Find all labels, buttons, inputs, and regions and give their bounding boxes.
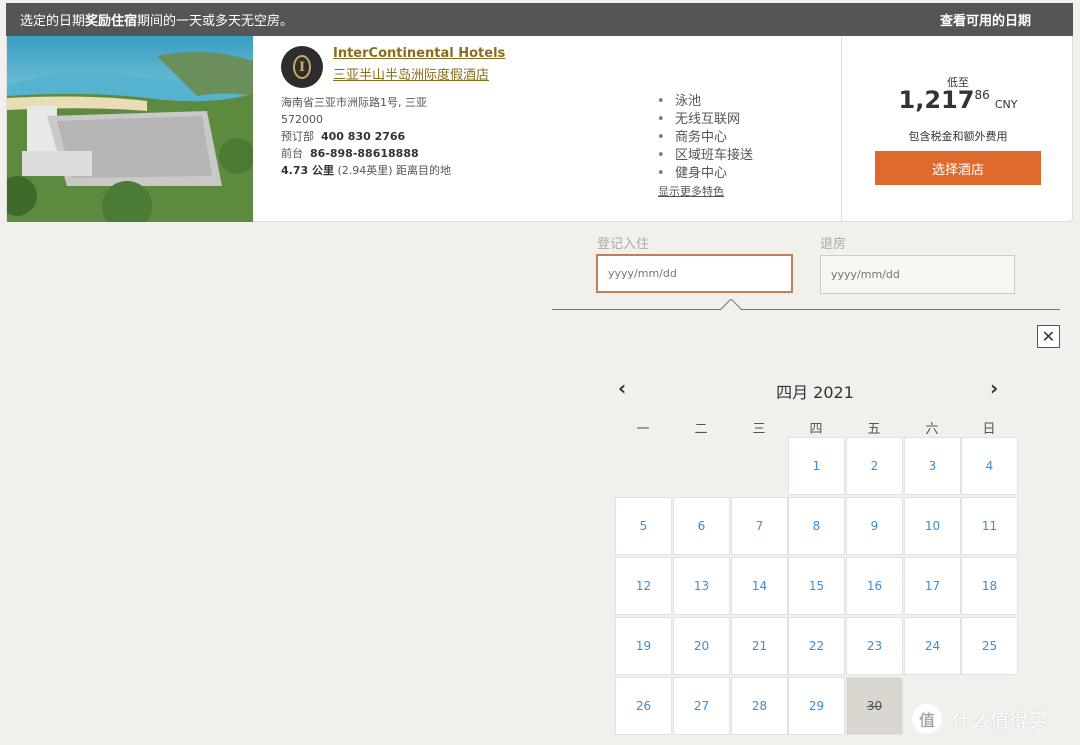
tax-note: 包含税金和额外费用	[908, 130, 1008, 143]
checkin-date-input[interactable]	[596, 254, 793, 293]
calendar-day[interactable]: 21	[731, 617, 788, 675]
intercontinental-logo: I	[281, 46, 323, 88]
calendar-day[interactable]: 1	[788, 437, 845, 495]
price-currency: CNY	[994, 98, 1018, 111]
booking-phone-row: 预订部 400 830 2766	[281, 128, 461, 145]
watermark-logo-icon: 值	[912, 704, 942, 734]
address-line: 海南省三亚市洲际路1号, 三亚	[281, 96, 427, 109]
feature-item: 健身中心	[657, 165, 753, 183]
calendar-day[interactable]: 24	[904, 617, 961, 675]
calendar-day[interactable]: 9	[846, 497, 903, 555]
checkout-label: 退房	[820, 237, 847, 252]
calendar-day[interactable]: 26	[615, 677, 672, 735]
price-panel: 低至 1,21786 CNY 包含税金和额外费用 选择酒店	[842, 36, 1074, 222]
calendar-day[interactable]: 13	[673, 557, 730, 615]
front-desk-label: 前台	[281, 147, 303, 160]
watermark-text: 什么值得买	[952, 709, 1048, 732]
weekday-header: 四	[809, 422, 823, 437]
calendar-day[interactable]: 6	[673, 497, 730, 555]
calendar-day-unavailable: 30	[846, 677, 903, 735]
calendar-day[interactable]: 8	[788, 497, 845, 555]
show-more-features-link[interactable]: 显示更多特色	[658, 183, 724, 199]
feature-item: 泳池	[657, 93, 753, 111]
front-desk-phone: 86-898-88618888	[310, 147, 419, 160]
feature-list: 泳池 无线互联网 商务中心 区域班车接送 健身中心	[657, 93, 753, 183]
calendar-day[interactable]: 4	[961, 437, 1018, 495]
price-value: 1,21786 CNY	[842, 86, 1074, 114]
weekday-header: 日	[982, 422, 996, 437]
weekday-header: 三	[752, 422, 766, 437]
calendar-close-button[interactable]: ✕	[1037, 325, 1060, 348]
calendar-day[interactable]: 3	[904, 437, 961, 495]
calendar-day[interactable]: 27	[673, 677, 730, 735]
calendar-day[interactable]: 10	[904, 497, 961, 555]
calendar-day[interactable]: 17	[904, 557, 961, 615]
feature-item: 无线互联网	[657, 111, 753, 129]
checkin-label: 登记入住	[597, 237, 650, 252]
distance-text: (2.94英里) 距离目的地	[333, 164, 452, 177]
weekday-header: 五	[867, 422, 881, 437]
hotel-photo	[7, 36, 253, 222]
feature-item: 商务中心	[657, 129, 753, 147]
front-desk-row: 前台 86-898-88618888	[281, 145, 461, 162]
banner-suffix: 期间的一天或多天无空房。	[137, 14, 294, 29]
hotel-address-block: 海南省三亚市洲际路1号, 三亚 572000 预订部 400 830 2766 …	[281, 94, 461, 179]
calendar-day[interactable]: 11	[961, 497, 1018, 555]
booking-label: 预订部	[281, 130, 314, 143]
calendar-month-title: 四月 2021	[776, 383, 854, 402]
close-icon: ✕	[1041, 328, 1056, 346]
distance-value: 4.73 公里	[281, 164, 334, 177]
price-integer: 1,217	[898, 86, 975, 114]
view-available-dates-link[interactable]: 查看可用的日期	[940, 10, 1031, 29]
weekday-header: 六	[925, 422, 939, 437]
prev-month-button[interactable]: ‹	[618, 376, 626, 400]
banner-prefix: 选定的日期	[20, 14, 86, 29]
logo-mark-icon: I	[293, 55, 311, 79]
booking-phone: 400 830 2766	[321, 130, 406, 143]
calendar-day[interactable]: 12	[615, 557, 672, 615]
next-month-button[interactable]: ›	[990, 376, 998, 400]
calendar-day[interactable]: 7	[731, 497, 788, 555]
calendar-day[interactable]: 14	[731, 557, 788, 615]
availability-banner: 选定的日期 奖励住宿 期间的一天或多天无空房。 查看可用的日期	[6, 3, 1073, 36]
checkout-date-input[interactable]	[820, 255, 1015, 294]
calendar-day[interactable]: 18	[961, 557, 1018, 615]
calendar-day[interactable]: 29	[788, 677, 845, 735]
calendar-day[interactable]: 25	[961, 617, 1018, 675]
select-hotel-button[interactable]: 选择酒店	[875, 151, 1041, 185]
postcode: 572000	[281, 113, 323, 126]
watermark: 值 什么值得买	[912, 704, 1047, 734]
hotel-name-link[interactable]: 三亚半山半岛洲际度假酒店	[333, 64, 489, 83]
weekday-header: 二	[694, 422, 708, 437]
calendar-day[interactable]: 15	[788, 557, 845, 615]
calendar-day[interactable]: 16	[846, 557, 903, 615]
weekday-header: 一	[636, 422, 650, 437]
distance-row: 4.73 公里 (2.94英里) 距离目的地	[281, 162, 461, 179]
feature-item: 区域班车接送	[657, 147, 753, 165]
calendar-day[interactable]: 22	[788, 617, 845, 675]
calendar-day[interactable]: 19	[615, 617, 672, 675]
calendar-day[interactable]: 5	[615, 497, 672, 555]
calendar-day[interactable]: 2	[846, 437, 903, 495]
calendar-top-border	[552, 309, 1060, 310]
calendar-day[interactable]: 23	[846, 617, 903, 675]
calendar-day[interactable]: 20	[673, 617, 730, 675]
banner-bold: 奖励住宿	[85, 14, 138, 29]
hotel-card: I InterContinental Hotels 三亚半山半岛洲际度假酒店 海…	[6, 36, 1073, 222]
hotel-brand-link[interactable]: InterContinental Hotels	[333, 46, 505, 61]
calendar-day[interactable]: 28	[731, 677, 788, 735]
price-decimal: 86	[974, 88, 990, 102]
